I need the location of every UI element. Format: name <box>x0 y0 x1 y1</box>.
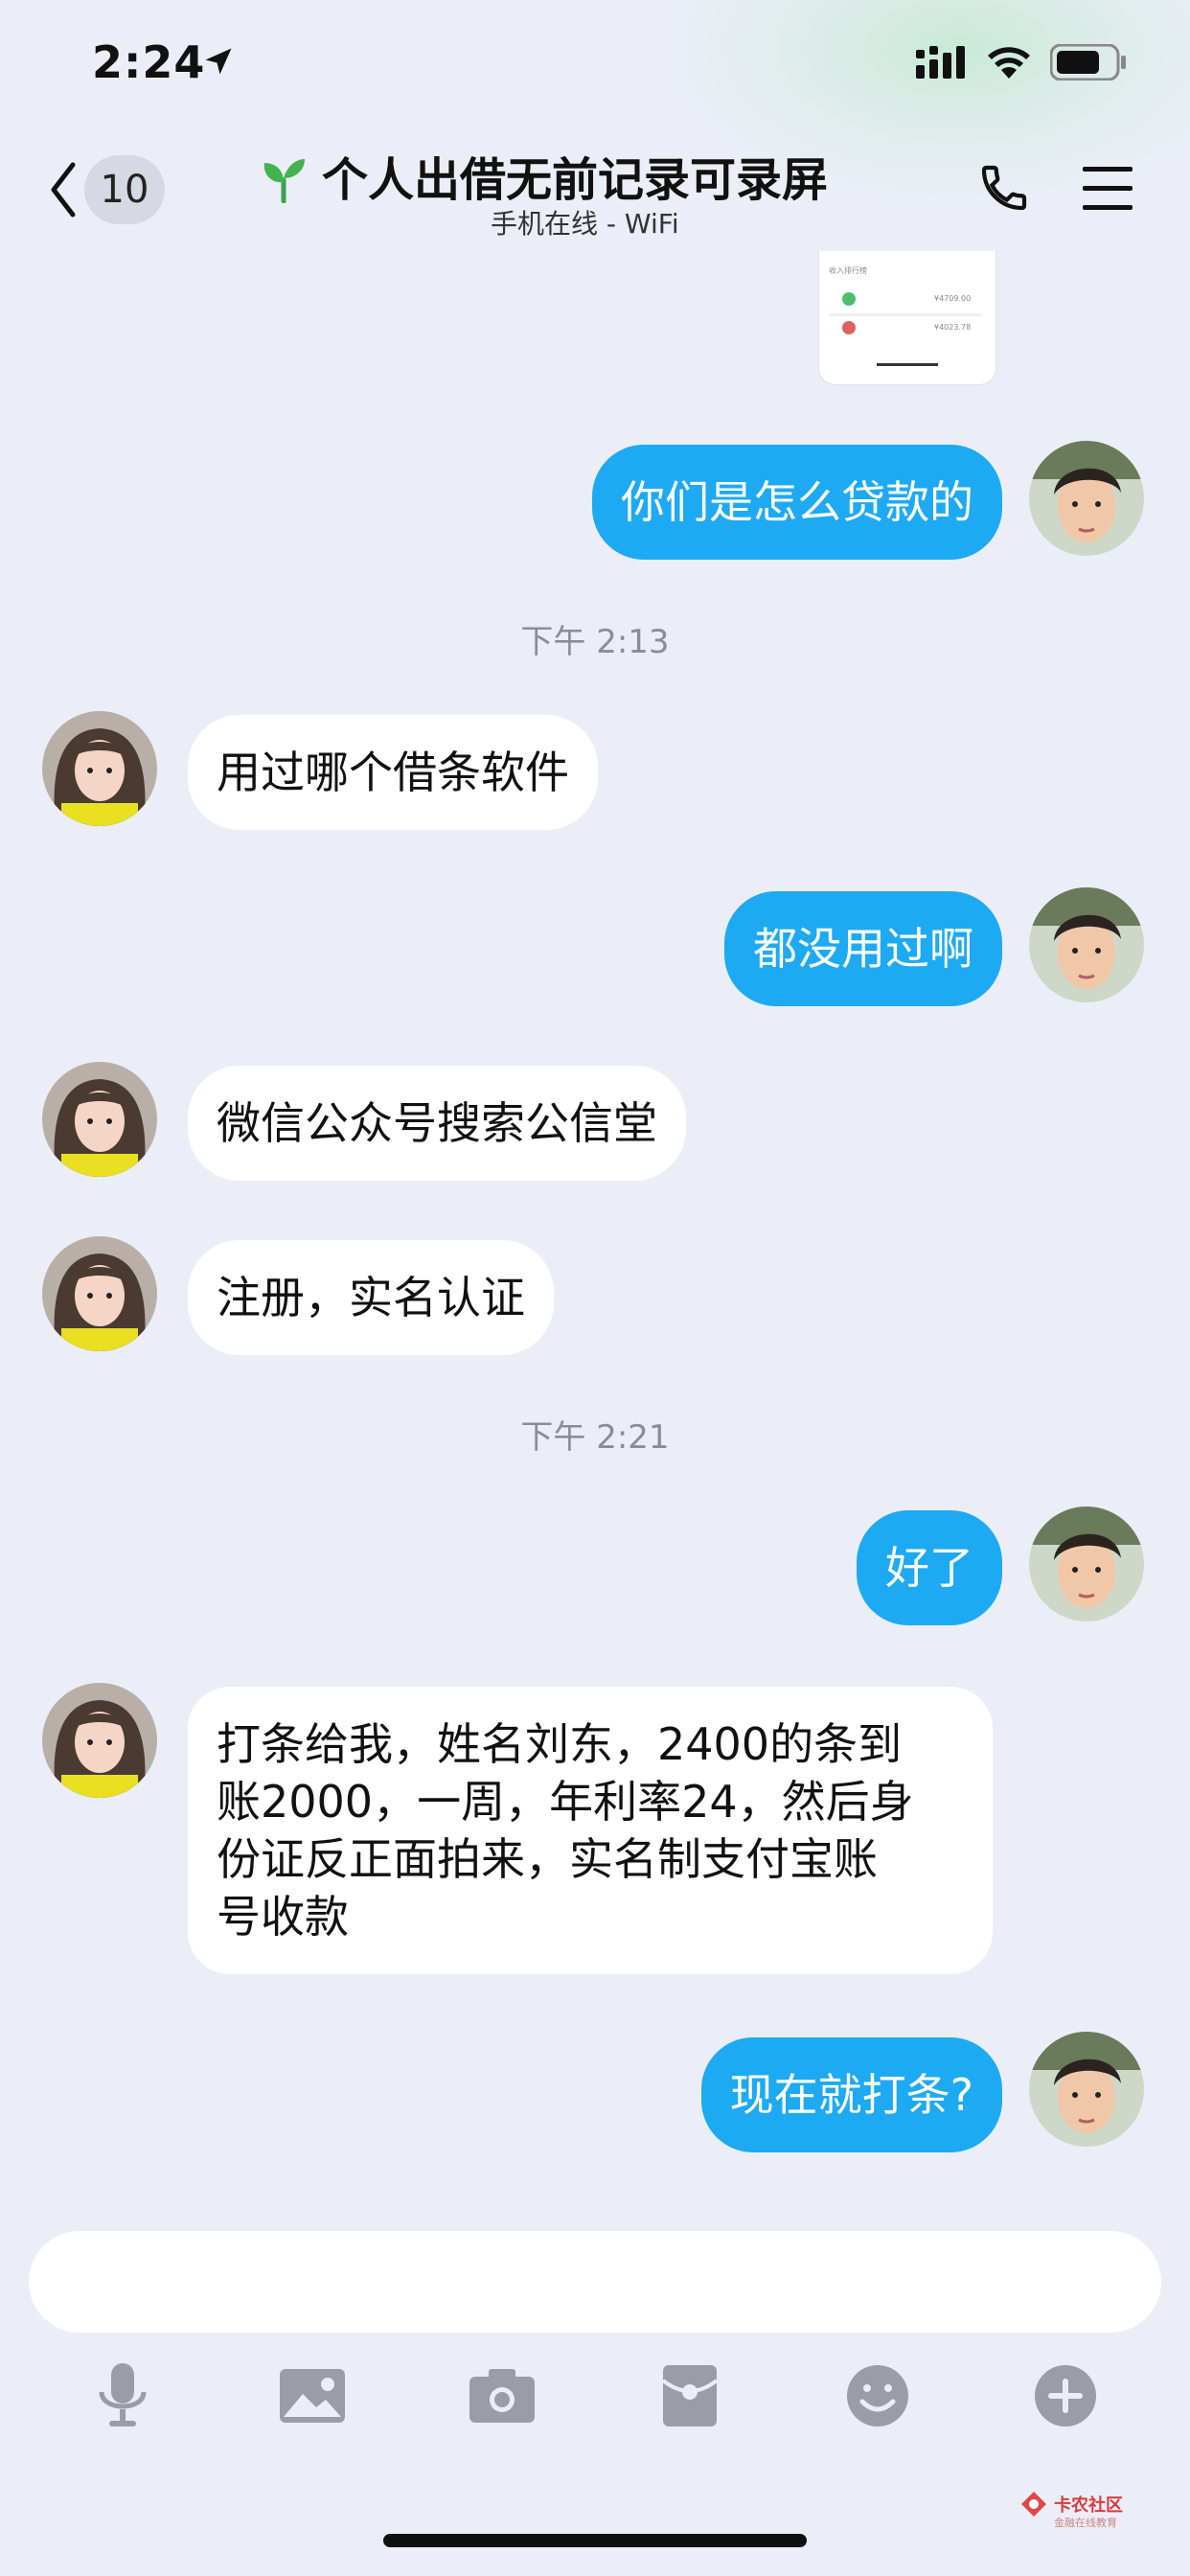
outgoing-message[interactable]: 都没用过啊 <box>724 891 1002 1006</box>
male-avatar-icon <box>1029 2032 1144 2147</box>
image-message-thumbnail[interactable]: 收入排行榜 ¥4709.00 ¥4023.78 <box>818 251 996 385</box>
incoming-message[interactable]: 用过哪个借条软件 <box>188 715 598 830</box>
female-avatar-icon <box>42 1062 157 1177</box>
outgoing-message[interactable]: 现在就打条? <box>700 2037 1002 2152</box>
male-avatar-icon <box>1029 887 1144 1002</box>
microphone-icon[interactable] <box>84 2358 161 2434</box>
watermark-subtext: 金融在线教育 <box>1054 2517 1117 2529</box>
camera-icon[interactable] <box>464 2358 540 2434</box>
incoming-message[interactable]: 注册，实名认证 <box>188 1240 554 1355</box>
chat-title[interactable]: 个人出借无前记录可录屏 <box>259 142 929 209</box>
time-separator: 下午 2:21 <box>520 1418 670 1457</box>
message-line: 打条给我，姓名刘东，2400的条到 <box>217 1718 903 1770</box>
message-input[interactable] <box>29 2231 1161 2333</box>
thumbnail-label: 收入排行榜 <box>829 266 867 275</box>
female-avatar-icon <box>42 1236 157 1351</box>
my-avatar[interactable] <box>1029 441 1144 556</box>
red-packet-icon[interactable] <box>652 2358 728 2434</box>
female-avatar-icon <box>42 711 157 826</box>
status-time: 2:24 <box>92 36 206 88</box>
male-avatar-icon <box>1029 441 1144 556</box>
cellular-signal-icon <box>916 46 965 79</box>
message-line: 号收款 <box>217 1891 349 1943</box>
sprout-icon <box>263 159 305 203</box>
phone-call-icon[interactable] <box>977 161 1031 215</box>
emoji-icon[interactable] <box>839 2358 916 2434</box>
battery-icon <box>1050 44 1126 80</box>
incoming-message[interactable]: 微信公众号搜索公信堂 <box>188 1066 686 1181</box>
thumbnail-amount-1: ¥4709.00 <box>934 294 972 303</box>
wifi-icon <box>988 47 1030 79</box>
home-indicator[interactable] <box>383 2534 807 2547</box>
female-avatar-icon <box>42 1683 157 1798</box>
contact-avatar[interactable] <box>42 1683 157 1798</box>
outgoing-message[interactable]: 你们是怎么贷款的 <box>592 445 1002 560</box>
unread-count-badge: 10 <box>84 155 165 224</box>
outgoing-message[interactable]: 好了 <box>857 1510 1002 1625</box>
contact-avatar[interactable] <box>42 1062 157 1177</box>
contact-avatar[interactable] <box>42 1236 157 1351</box>
time-separator: 下午 2:13 <box>520 623 670 661</box>
top-bar: 2:24 10 个人出借无前记录可录屏 手机在线 - WiFi <box>0 0 1190 251</box>
image-icon[interactable] <box>274 2358 351 2434</box>
back-button[interactable]: 10 <box>42 153 176 226</box>
contact-avatar[interactable] <box>42 711 157 826</box>
online-status: 手机在线 - WiFi <box>491 208 679 240</box>
male-avatar-icon <box>1029 1506 1144 1622</box>
my-avatar[interactable] <box>1029 887 1144 1002</box>
thumbnail-amount-2: ¥4023.78 <box>934 323 972 332</box>
message-list[interactable]: 收入排行榜 ¥4709.00 ¥4023.78 你们是怎么贷款的 下午 2:13 <box>0 251 1190 2225</box>
my-avatar[interactable] <box>1029 1506 1144 1622</box>
location-arrow-icon <box>205 48 232 75</box>
watermark-text: 卡农社区 <box>1054 2496 1123 2516</box>
chat-title-text: 个人出借无前记录可录屏 <box>322 153 829 207</box>
chevron-left-icon <box>51 162 76 218</box>
message-line: 账2000，一周，年利率24，然后身 <box>217 1776 914 1828</box>
my-avatar[interactable] <box>1029 2032 1144 2147</box>
watermark-logo-icon <box>1021 2492 1046 2517</box>
menu-icon[interactable] <box>1081 165 1134 213</box>
message-line: 份证反正面拍来，实名制支付宝账 <box>217 1833 878 1885</box>
input-toolbar <box>0 2358 1190 2453</box>
incoming-message[interactable]: 打条给我，姓名刘东，2400的条到 账2000，一周，年利率24，然后身 份证反… <box>188 1687 993 1974</box>
plus-icon[interactable] <box>1027 2358 1104 2434</box>
